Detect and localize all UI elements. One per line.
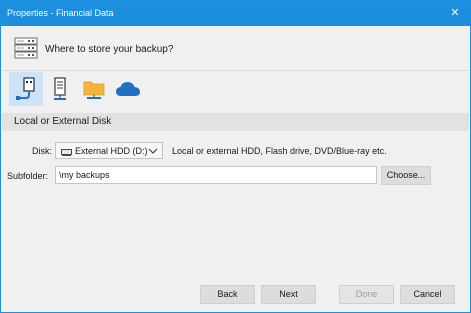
window-title: Properties - Financial Data (7, 8, 114, 18)
header: Where to store your backup? (2, 26, 469, 70)
tab-network[interactable] (43, 72, 77, 106)
subfolder-input[interactable] (56, 167, 380, 183)
tab-cloud[interactable] (111, 72, 145, 106)
disk-selected-value: External HDD (D:) (75, 146, 148, 156)
footer: Back Next Done Cancel (2, 278, 469, 312)
disk-description: Local or external HDD, Flash drive, DVD/… (172, 146, 387, 156)
choose-button[interactable]: Choose... (381, 166, 431, 185)
subfolder-label: Subfolder: (7, 171, 49, 181)
usb-drive-icon (15, 77, 37, 101)
drive-icon (61, 148, 72, 158)
tab-local-disk[interactable] (9, 72, 43, 106)
chevron-down-icon (148, 147, 158, 157)
subfolder-field[interactable] (55, 166, 380, 184)
back-button[interactable]: Back (200, 285, 255, 304)
header-divider (2, 70, 469, 71)
tab-folder[interactable] (77, 72, 111, 106)
page-heading: Where to store your backup? (45, 44, 174, 55)
disk-select[interactable]: External HDD (D:) (55, 142, 163, 159)
backup-drive-icon (14, 37, 38, 61)
title-bar[interactable]: Properties - Financial Data ✕ (1, 1, 470, 26)
cancel-button[interactable]: Cancel (400, 285, 455, 304)
network-server-icon (53, 77, 67, 101)
disk-label: Disk: (32, 146, 52, 156)
section-header: Local or External Disk (2, 113, 469, 131)
done-button[interactable]: Done (339, 285, 394, 304)
cloud-icon (115, 80, 141, 98)
close-icon[interactable]: ✕ (440, 1, 470, 26)
dialog-content: Where to store your backup? Local or Ext… (2, 26, 469, 312)
next-button[interactable]: Next (261, 285, 316, 304)
properties-dialog: Properties - Financial Data ✕ Where to s… (0, 0, 471, 313)
section-title: Local or External Disk (14, 116, 112, 127)
folder-icon (83, 78, 105, 100)
destination-tabs (2, 72, 469, 112)
